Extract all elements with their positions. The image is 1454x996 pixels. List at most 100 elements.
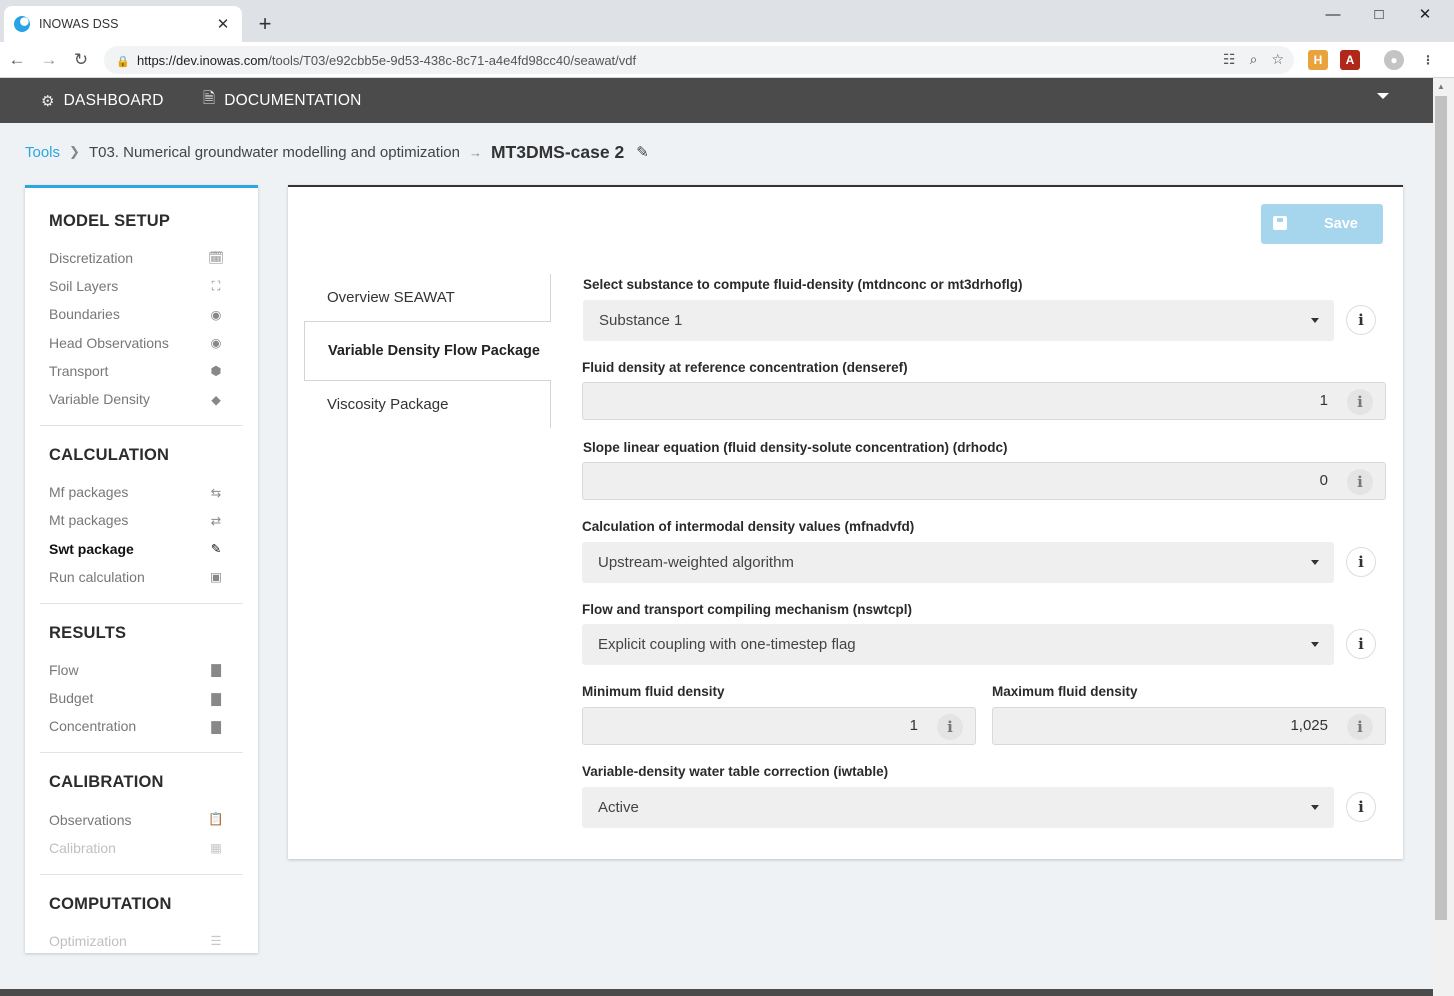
sidebar-item-calibration[interactable]: Calibration ▦ [40, 834, 243, 862]
floppy-save-icon [1273, 216, 1287, 230]
diamond-icon: ◆ [211, 392, 221, 407]
sidebar-item-budget[interactable]: Budget ▇ [40, 684, 243, 712]
sidebar-item-swt-package[interactable]: Swt package ✎ [40, 535, 243, 563]
footer-bar [0, 989, 1433, 996]
iwtable-info-icon[interactable]: i [1346, 792, 1376, 822]
save-button[interactable]: Save [1261, 204, 1383, 244]
densemax-input[interactable]: 1,025 i [992, 707, 1386, 745]
denseref-info-icon[interactable]: i [1347, 389, 1373, 415]
sidebar-item-boundaries[interactable]: Boundaries ◉ [40, 300, 243, 328]
tab-variable-density-flow-package[interactable]: Variable Density Flow Package [304, 321, 551, 381]
mfnadvfd-label: Calculation of intermodal density values… [582, 519, 915, 534]
eye-icon: ◉ [210, 336, 222, 351]
cube-icon: ⬢ [210, 364, 222, 379]
sidebar-divider [40, 425, 243, 427]
sidebar-item-soil-layers[interactable]: Soil Layers ⛶ [40, 272, 243, 300]
zoom-icon[interactable]: ⌕ [1250, 51, 1258, 68]
iwtable-select[interactable]: Active [582, 787, 1334, 828]
map-marker-icon: ◉ [210, 307, 222, 322]
sidebar-item-observations[interactable]: Observations 📋 [40, 805, 243, 833]
browser-tab-title: INOWAS DSS [39, 17, 119, 31]
reload-icon[interactable]: ↻ [68, 47, 94, 73]
sidebar-item-discretization[interactable]: Discretization 🗓 [40, 244, 243, 272]
sidebar-section-calculation: CALCULATION [49, 446, 170, 465]
documentation-link[interactable]: 🗎 DOCUMENTATION [203, 78, 361, 123]
inowas-favicon-icon [14, 16, 30, 32]
extension-h-icon[interactable]: H [1308, 50, 1328, 70]
browser-tab[interactable]: INOWAS DSS ✕ [4, 6, 242, 42]
denseref-label: Fluid density at reference concentration… [582, 360, 908, 375]
densemax-info-icon[interactable]: i [1347, 714, 1373, 740]
dropdown-caret-icon [1311, 318, 1319, 323]
sidebar-section-computation: COMPUTATION [49, 894, 172, 913]
minimize-window-icon[interactable]: — [1310, 4, 1356, 26]
pencil-edit-icon[interactable]: ✎ [636, 143, 649, 161]
sidebar-item-variable-density[interactable]: Variable Density ◆ [40, 385, 243, 413]
tab-viscosity-package[interactable]: Viscosity Package [304, 381, 551, 428]
densemax-label: Maximum fluid density [992, 684, 1138, 699]
sidebar-divider [40, 602, 243, 604]
sidebar-section-results: RESULTS [49, 623, 127, 642]
sidebar-item-concentration[interactable]: Concentration ▇ [40, 712, 243, 740]
nswtcpl-label: Flow and transport compiling mechanism (… [582, 602, 913, 617]
sidebar-item-run-calculation[interactable]: Run calculation ▣ [40, 563, 243, 591]
seawat-panel: Save Overview SEAWAT Variable Density Fl… [288, 185, 1403, 859]
sidebar-item-optimization[interactable]: Optimization ☰ [40, 927, 243, 955]
bar-chart-icon: ▇ [211, 719, 221, 734]
cogs-icon: ⚙ [41, 92, 55, 110]
close-window-icon[interactable]: ✕ [1402, 4, 1448, 26]
iwtable-label: Variable-density water table correction … [582, 764, 889, 779]
scroll-up-arrow-icon[interactable]: ▲ [1437, 82, 1445, 91]
densemin-input[interactable]: 1 i [582, 707, 976, 745]
sidebar-item-mf-packages[interactable]: Mf packages ⇆ [40, 478, 243, 506]
nswtcpl-info-icon[interactable]: i [1346, 629, 1376, 659]
scrollbar-thumb[interactable] [1435, 96, 1447, 920]
save-icon: ▣ [210, 570, 222, 585]
mfnadvfd-select[interactable]: Upstream-weighted algorithm [582, 542, 1334, 583]
app-navigation-bar: ⚙ DASHBOARD 🗎 DOCUMENTATION [0, 78, 1433, 123]
drhodc-input[interactable]: 0 i [582, 462, 1386, 500]
translate-icon[interactable]: ☷ [1223, 51, 1236, 68]
address-bar[interactable]: 🔒 https://dev.inowas.com/tools/T03/e92cb… [104, 46, 1294, 74]
denseref-input[interactable]: 1 i [582, 382, 1386, 420]
new-tab-button[interactable]: + [254, 10, 276, 38]
breadcrumb-tools-link[interactable]: Tools [25, 144, 60, 161]
breadcrumb: Tools ❯ T03. Numerical groundwater model… [25, 140, 649, 164]
browser-menu-icon[interactable]: ⋮ [1418, 50, 1438, 70]
substance-info-icon[interactable]: i [1346, 305, 1376, 335]
url-text: https://dev.inowas.com/tools/T03/e92cbb5… [137, 52, 637, 68]
densemin-info-icon[interactable]: i [937, 714, 963, 740]
maximize-window-icon[interactable]: □ [1356, 4, 1402, 26]
sidebar-divider [40, 873, 243, 875]
tab-overview-seawat[interactable]: Overview SEAWAT [304, 274, 551, 321]
profile-avatar-icon[interactable]: ● [1384, 50, 1404, 70]
browser-toolbar: ← → ↻ 🔒 https://dev.inowas.com/tools/T03… [0, 42, 1454, 78]
substance-label: Select substance to compute fluid-densit… [583, 277, 1023, 292]
sidebar-item-flow[interactable]: Flow ▇ [40, 656, 243, 684]
chevron-right-icon: ❯ [69, 144, 80, 159]
mfnadvfd-info-icon[interactable]: i [1346, 547, 1376, 577]
sidebar-item-head-observations[interactable]: Head Observations ◉ [40, 329, 243, 357]
acrobat-extension-icon[interactable]: A [1340, 50, 1360, 70]
seawat-vertical-tabs: Overview SEAWAT Variable Density Flow Pa… [304, 274, 551, 428]
densemin-label: Minimum fluid density [582, 684, 725, 699]
exchange-icon: ⇄ [210, 513, 222, 528]
user-dropdown-caret-icon[interactable] [1377, 93, 1389, 99]
dropdown-caret-icon [1311, 805, 1319, 810]
bookmark-star-icon[interactable]: ☆ [1271, 51, 1284, 68]
sliders-icon: ☰ [210, 934, 222, 949]
drhodc-info-icon[interactable]: i [1347, 469, 1373, 495]
bar-chart-icon: ▇ [211, 691, 221, 706]
clipboard-icon: 📋 [208, 812, 224, 827]
lock-icon: 🔒 [116, 55, 130, 68]
close-tab-icon[interactable]: ✕ [214, 15, 232, 33]
substance-select[interactable]: Substance 1 [583, 300, 1334, 341]
breadcrumb-model-name: MT3DMS-case 2 [490, 141, 625, 162]
back-arrow-icon[interactable]: ← [4, 47, 30, 73]
sidebar-item-mt-packages[interactable]: Mt packages ⇄ [40, 506, 243, 534]
forward-arrow-icon[interactable]: → [36, 47, 62, 73]
sidebar-item-transport[interactable]: Transport ⬢ [40, 357, 243, 385]
nswtcpl-select[interactable]: Explicit coupling with one-timestep flag [582, 624, 1334, 665]
dashboard-link[interactable]: ⚙ DASHBOARD [41, 78, 164, 123]
eyedropper-icon: ✎ [210, 542, 222, 557]
